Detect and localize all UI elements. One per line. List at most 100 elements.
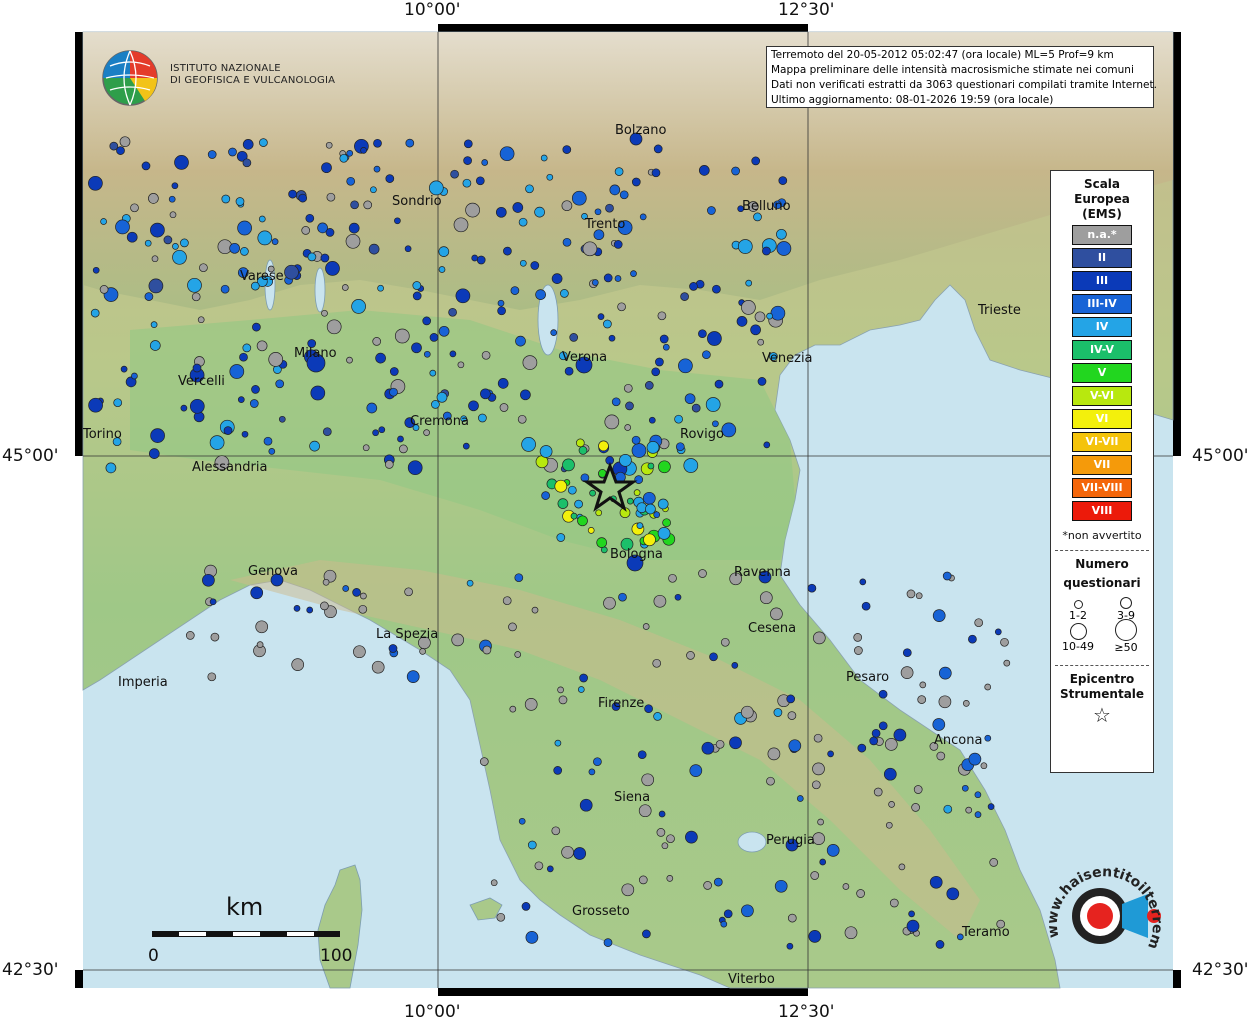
intensity-dot[interactable] bbox=[558, 695, 568, 705]
intensity-dot[interactable] bbox=[826, 844, 840, 857]
intensity-dot[interactable] bbox=[151, 255, 159, 263]
intensity-dot[interactable] bbox=[648, 416, 656, 424]
intensity-dot[interactable] bbox=[258, 215, 266, 223]
intensity-dot[interactable] bbox=[915, 592, 923, 600]
intensity-dot[interactable] bbox=[856, 889, 865, 898]
intensity-dot[interactable] bbox=[199, 263, 208, 273]
intensity-dot[interactable] bbox=[389, 387, 398, 397]
intensity-dot[interactable] bbox=[275, 379, 285, 389]
intensity-dot[interactable] bbox=[766, 776, 775, 786]
intensity-dot[interactable] bbox=[242, 139, 254, 150]
intensity-dot[interactable] bbox=[346, 176, 356, 186]
intensity-dot[interactable] bbox=[126, 231, 138, 243]
intensity-dot[interactable] bbox=[741, 300, 756, 315]
intensity-dot[interactable] bbox=[729, 736, 742, 750]
intensity-dot[interactable] bbox=[150, 428, 165, 443]
intensity-dot[interactable] bbox=[674, 414, 683, 424]
haisentito-badge[interactable]: www.haisentitoilterremoto.it bbox=[1040, 846, 1170, 976]
intensity-dot[interactable] bbox=[499, 146, 515, 162]
intensity-dot[interactable] bbox=[524, 698, 538, 711]
intensity-dot[interactable] bbox=[932, 718, 946, 731]
intensity-dot[interactable] bbox=[360, 592, 367, 600]
intensity-dot[interactable] bbox=[653, 594, 667, 608]
intensity-dot[interactable] bbox=[757, 338, 765, 346]
intensity-dot[interactable] bbox=[423, 350, 431, 358]
intensity-dot[interactable] bbox=[88, 397, 103, 413]
intensity-dot[interactable] bbox=[689, 764, 703, 777]
intensity-dot[interactable] bbox=[551, 273, 563, 284]
intensity-dot[interactable] bbox=[859, 578, 867, 586]
intensity-dot[interactable] bbox=[564, 366, 574, 376]
intensity-dot[interactable] bbox=[577, 515, 588, 527]
intensity-dot[interactable] bbox=[481, 159, 489, 166]
intensity-dot[interactable] bbox=[502, 596, 512, 606]
intensity-dot[interactable] bbox=[130, 203, 139, 213]
intensity-dot[interactable] bbox=[411, 342, 422, 354]
intensity-dot[interactable] bbox=[242, 343, 252, 353]
intensity-dot[interactable] bbox=[508, 622, 517, 632]
intensity-dot[interactable] bbox=[497, 299, 505, 307]
intensity-dot[interactable] bbox=[776, 241, 792, 256]
intensity-dot[interactable] bbox=[754, 311, 766, 323]
intensity-dot[interactable] bbox=[889, 898, 899, 908]
intensity-dot[interactable] bbox=[449, 350, 457, 358]
intensity-dot[interactable] bbox=[709, 652, 718, 662]
intensity-dot[interactable] bbox=[197, 316, 205, 324]
intensity-dot[interactable] bbox=[531, 606, 539, 614]
intensity-dot[interactable] bbox=[115, 219, 130, 235]
intensity-dot[interactable] bbox=[917, 695, 927, 704]
intensity-dot[interactable] bbox=[455, 288, 471, 304]
intensity-dot[interactable] bbox=[751, 156, 761, 166]
intensity-dot[interactable] bbox=[358, 604, 368, 614]
intensity-dot[interactable] bbox=[609, 184, 621, 196]
intensity-dot[interactable] bbox=[766, 312, 773, 320]
intensity-dot[interactable] bbox=[223, 426, 233, 435]
intensity-dot[interactable] bbox=[595, 509, 603, 517]
intensity-dot[interactable] bbox=[373, 138, 382, 148]
intensity-dot[interactable] bbox=[149, 340, 161, 351]
intensity-dot[interactable] bbox=[490, 879, 498, 887]
intensity-dot[interactable] bbox=[202, 573, 215, 587]
intensity-dot[interactable] bbox=[788, 739, 802, 753]
intensity-dot[interactable] bbox=[662, 518, 671, 528]
intensity-dot[interactable] bbox=[712, 420, 719, 428]
intensity-dot[interactable] bbox=[678, 358, 693, 374]
intensity-dot[interactable] bbox=[712, 284, 721, 294]
intensity-dot[interactable] bbox=[428, 180, 444, 196]
intensity-dot[interactable] bbox=[731, 166, 740, 176]
intensity-dot[interactable] bbox=[753, 212, 762, 222]
intensity-dot[interactable] bbox=[619, 454, 632, 467]
intensity-dot[interactable] bbox=[468, 400, 479, 412]
intensity-dot[interactable] bbox=[962, 700, 970, 707]
intensity-dot[interactable] bbox=[256, 641, 264, 648]
intensity-dot[interactable] bbox=[466, 579, 474, 587]
intensity-dot[interactable] bbox=[385, 174, 395, 183]
intensity-dot[interactable] bbox=[187, 277, 202, 293]
intensity-dot[interactable] bbox=[588, 768, 596, 776]
intensity-dot[interactable] bbox=[611, 397, 621, 407]
intensity-dot[interactable] bbox=[653, 712, 662, 721]
intensity-dot[interactable] bbox=[360, 147, 367, 154]
intensity-dot[interactable] bbox=[613, 240, 623, 249]
intensity-dot[interactable] bbox=[495, 206, 507, 218]
intensity-dot[interactable] bbox=[375, 352, 386, 364]
intensity-dot[interactable] bbox=[510, 286, 520, 295]
intensity-dot[interactable] bbox=[221, 194, 231, 204]
intensity-dot[interactable] bbox=[796, 795, 804, 802]
intensity-dot[interactable] bbox=[898, 863, 906, 871]
intensity-dot[interactable] bbox=[150, 321, 158, 328]
intensity-dot[interactable] bbox=[736, 316, 748, 327]
intensity-dot[interactable] bbox=[642, 491, 656, 505]
intensity-dot[interactable] bbox=[377, 284, 384, 292]
intensity-dot[interactable] bbox=[462, 178, 472, 188]
intensity-dot[interactable] bbox=[479, 757, 489, 766]
intensity-dot[interactable] bbox=[770, 607, 783, 621]
intensity-dot[interactable] bbox=[929, 875, 943, 889]
intensity-dot[interactable] bbox=[878, 689, 888, 699]
intensity-dot[interactable] bbox=[577, 686, 585, 693]
intensity-dot[interactable] bbox=[911, 803, 920, 812]
intensity-dot[interactable] bbox=[481, 350, 491, 360]
intensity-dot[interactable] bbox=[556, 533, 566, 542]
intensity-dot[interactable] bbox=[366, 402, 378, 414]
intensity-dot[interactable] bbox=[987, 803, 995, 810]
